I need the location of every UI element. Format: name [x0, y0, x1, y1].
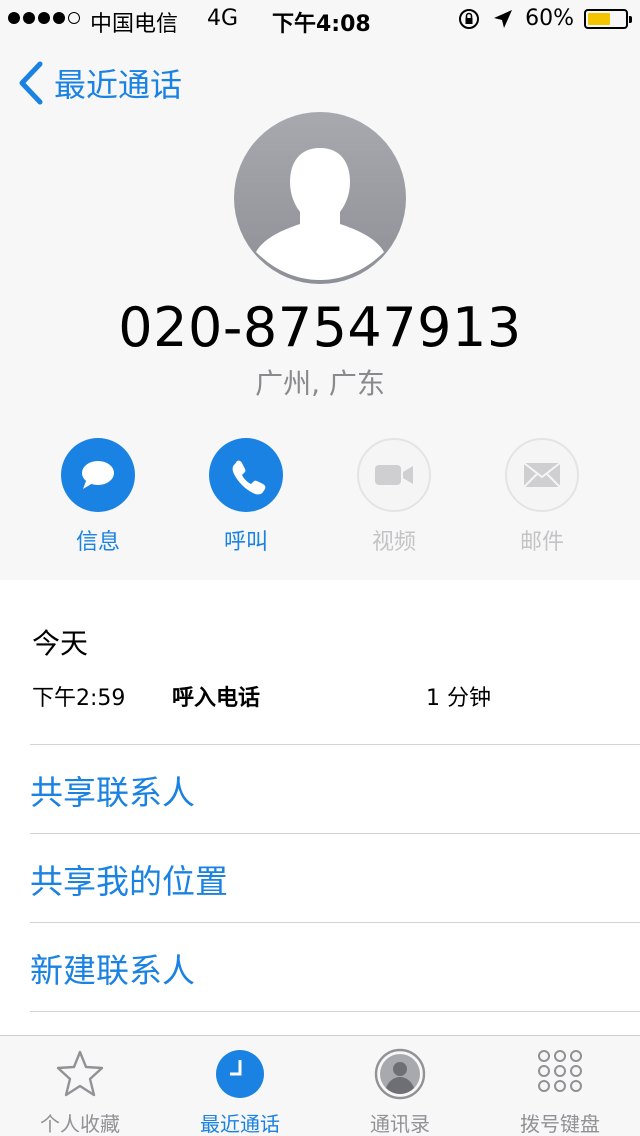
message-button-circle [61, 438, 135, 512]
message-button[interactable]: 信息 [38, 438, 158, 556]
tab-keypad[interactable]: 拨号键盘 [480, 1036, 640, 1136]
rotation-lock-icon [459, 8, 480, 29]
tab-recents-label: 最近通话 [200, 1112, 280, 1136]
video-label: 视频 [371, 530, 416, 555]
call-history-row: 下午2:59 呼入电话 1 分钟 [32, 680, 612, 711]
tab-bar: 个人收藏 最近通话 通讯录 拨号键盘 [0, 1035, 640, 1136]
mail-button-circle [505, 438, 579, 512]
share-contact-button[interactable]: 共享联系人 [30, 766, 195, 814]
clock-icon [216, 1050, 264, 1098]
tab-contacts[interactable]: 通讯录 [320, 1036, 480, 1136]
call-label: 呼叫 [223, 530, 268, 555]
phone-number: 020-87547913 [118, 296, 522, 359]
person-silhouette-icon [256, 148, 384, 280]
screen: 中国电信 4G 下午4:08 60% 最近通话 020-87547913 广州,… [0, 0, 640, 1136]
contacts-icon [374, 1048, 426, 1100]
signal-strength-icon [8, 12, 80, 24]
call-duration: 1 分钟 [426, 686, 491, 711]
mail-label: 邮件 [519, 530, 564, 555]
tab-favorites[interactable]: 个人收藏 [0, 1036, 160, 1136]
network-type: 4G [207, 6, 239, 31]
phone-icon [232, 460, 266, 495]
tab-favorites-label: 个人收藏 [40, 1112, 120, 1136]
divider [30, 1011, 640, 1012]
star-icon [56, 1050, 104, 1097]
call-button[interactable]: 呼叫 [186, 438, 306, 556]
new-contact-button[interactable]: 新建联系人 [30, 944, 195, 992]
divider [30, 833, 640, 834]
battery-percent: 60% [525, 6, 574, 31]
call-button-circle [209, 438, 283, 512]
tab-keypad-label: 拨号键盘 [520, 1112, 600, 1136]
call-type: 呼入电话 [172, 686, 261, 711]
carrier-name: 中国电信 [90, 12, 179, 37]
battery-fill [588, 12, 610, 25]
phone-location: 广州, 广东 [255, 367, 385, 400]
divider [30, 744, 640, 745]
back-label: 最近通话 [54, 66, 183, 104]
keypad-icon [538, 1050, 582, 1092]
message-icon [82, 461, 114, 489]
video-button-circle [357, 438, 431, 512]
location-arrow-icon [494, 9, 513, 28]
status-right: 60% [457, 6, 632, 31]
message-label: 信息 [75, 530, 120, 555]
action-buttons: 信息 呼叫 视频 邮件 [0, 438, 640, 558]
tab-contacts-label: 通讯录 [370, 1112, 430, 1136]
mail-icon [523, 462, 561, 488]
call-time: 下午2:59 [32, 686, 126, 711]
video-button[interactable]: 视频 [334, 438, 454, 556]
status-bar: 中国电信 4G 下午4:08 60% [0, 0, 640, 40]
share-location-button[interactable]: 共享我的位置 [30, 855, 228, 903]
divider [30, 922, 640, 923]
tab-recents[interactable]: 最近通话 [160, 1036, 320, 1136]
status-time: 下午4:08 [272, 12, 371, 37]
chevron-left-icon [19, 61, 43, 105]
video-icon [375, 465, 413, 485]
mail-button[interactable]: 邮件 [482, 438, 602, 556]
avatar [234, 112, 406, 284]
back-button[interactable]: 最近通话 [16, 60, 182, 106]
history-date-heading: 今天 [32, 627, 89, 660]
battery-icon [584, 8, 632, 29]
